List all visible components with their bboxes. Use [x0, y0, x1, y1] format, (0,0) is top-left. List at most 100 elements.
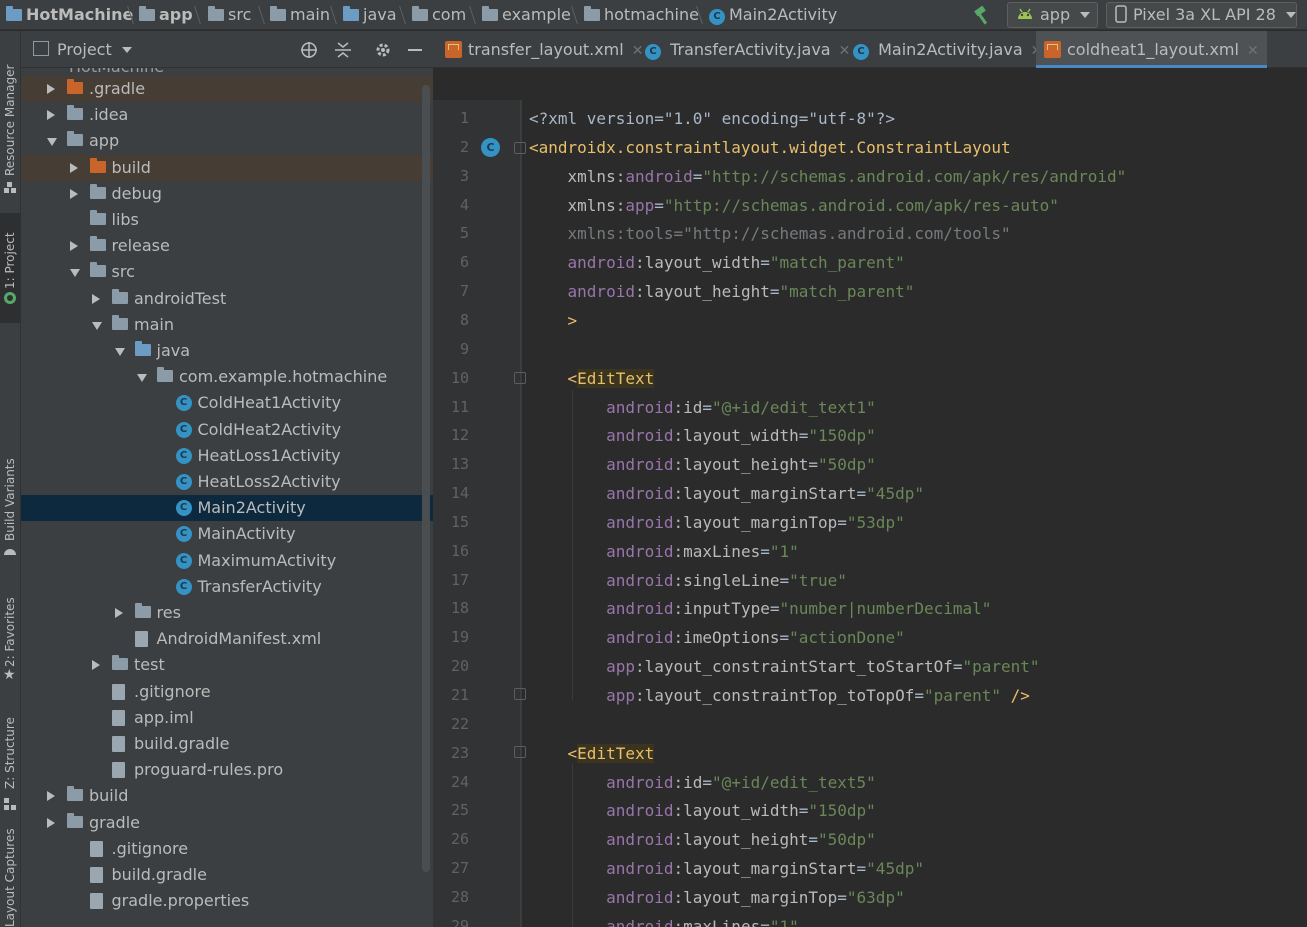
breadcrumb-project[interactable]: HotMachine: [6, 0, 133, 30]
tree-row[interactable]: app.iml: [21, 705, 433, 731]
tree-row[interactable]: build: [21, 783, 433, 809]
tree-row[interactable]: app: [21, 128, 433, 154]
expanded-arrow-icon[interactable]: [92, 321, 102, 330]
fold-marker-icon[interactable]: [514, 142, 526, 154]
collapsed-arrow-icon[interactable]: [47, 84, 55, 94]
tree-row[interactable]: .gitignore: [21, 836, 433, 862]
code-line[interactable]: <EditText: [529, 739, 655, 768]
code-line[interactable]: android:layout_marginStart="45dp": [529, 854, 924, 883]
code-line[interactable]: android:imeOptions="actionDone": [529, 623, 905, 652]
tree-row[interactable]: C MaximumActivity: [21, 548, 433, 574]
tree-row[interactable]: C MainActivity: [21, 521, 433, 547]
tree-row[interactable]: C ColdHeat1Activity: [21, 390, 433, 416]
tree-row[interactable]: java: [21, 338, 433, 364]
code-line[interactable]: android:layout_marginTop="63dp": [529, 883, 905, 912]
project-view-selector[interactable]: Project: [57, 31, 132, 68]
code-line[interactable]: android:layout_marginTop="53dp": [529, 508, 905, 537]
code-line[interactable]: <?xml version="1.0" encoding="utf-8"?>: [529, 104, 895, 133]
tree-row[interactable]: gradle.properties: [21, 888, 433, 914]
collapsed-arrow-icon[interactable]: [47, 110, 55, 121]
code-line[interactable]: <androidx.constraintlayout.widget.Constr…: [529, 133, 1011, 162]
breadcrumb-com[interactable]: com: [412, 0, 466, 30]
breadcrumb-main[interactable]: main: [270, 0, 330, 30]
build-variants-tab[interactable]: Build Variants: [0, 451, 21, 591]
layout-captures-tab[interactable]: Layout Captures: [0, 828, 21, 927]
code-line[interactable]: xmlns:app="http://schemas.android.com/ap…: [529, 191, 1059, 220]
project-tab[interactable]: 1: Project: [0, 213, 21, 323]
tab-coldheat1-layout-xml[interactable]: coldheat1_layout.xml ✕: [1036, 31, 1267, 68]
code-line[interactable]: android:layout_marginStart="45dp": [529, 479, 924, 508]
tree-row[interactable]: libs: [21, 207, 433, 233]
device-dropdown[interactable]: Pixel 3a XL API 28: [1106, 2, 1297, 28]
code-line[interactable]: android:layout_width="match_parent": [529, 248, 905, 277]
code-line[interactable]: xmlns:tools="http://schemas.android.com/…: [529, 219, 1011, 248]
tab-transfer-layout-xml[interactable]: transfer_layout.xml ✕: [445, 31, 643, 68]
code-line[interactable]: android:inputType="number|numberDecimal": [529, 594, 991, 623]
tree-row[interactable]: C TransferActivity: [21, 574, 433, 600]
hammer-build-icon[interactable]: [972, 5, 994, 25]
collapsed-arrow-icon[interactable]: [69, 188, 78, 199]
tree-row[interactable]: AndroidManifest.xml: [21, 626, 433, 652]
code-line[interactable]: android:layout_height="match_parent": [529, 277, 915, 306]
favorites-tab[interactable]: 2: Favorites ★: [0, 591, 21, 691]
code-line[interactable]: android:id="@+id/edit_text1": [529, 393, 876, 422]
tree-row[interactable]: C Main2Activity: [21, 495, 433, 522]
fold-marker-icon[interactable]: [514, 688, 526, 700]
structure-tab[interactable]: Z: Structure: [0, 711, 21, 821]
collapsed-arrow-icon[interactable]: [47, 817, 55, 828]
tree-row[interactable]: main: [21, 312, 433, 338]
tree-row[interactable]: C HeatLoss2Activity: [21, 469, 433, 495]
tree-row[interactable]: debug: [21, 181, 433, 207]
tree-row[interactable]: build.gradle: [21, 731, 433, 757]
project-tree-scrollbar[interactable]: [422, 85, 430, 872]
breadcrumb-java[interactable]: java: [343, 0, 397, 30]
tree-row[interactable]: C ColdHeat2Activity: [21, 417, 433, 443]
code-line[interactable]: <EditText: [529, 364, 655, 393]
breadcrumb-src[interactable]: src: [208, 0, 251, 30]
tab-main2activity-java[interactable]: C Main2Activity.java✕: [853, 31, 1042, 68]
tree-row[interactable]: gradle: [21, 810, 433, 836]
collapsed-arrow-icon[interactable]: [92, 293, 100, 304]
breadcrumb-hotmachine[interactable]: hotmachine: [584, 0, 699, 30]
class-gutter-icon[interactable]: C: [481, 138, 500, 157]
collapsed-arrow-icon[interactable]: [114, 608, 123, 618]
tree-row[interactable]: build.gradle: [21, 862, 433, 888]
code-line[interactable]: android:maxLines="1": [529, 912, 799, 927]
tree-row[interactable]: .idea: [21, 102, 433, 128]
tab-transferactivity-java[interactable]: C TransferActivity.java ✕: [645, 31, 850, 68]
breadcrumb-main2activity[interactable]: C Main2Activity: [709, 0, 837, 30]
code-line[interactable]: android:singleLine="true": [529, 566, 847, 595]
tree-row[interactable]: C HeatLoss1Activity: [21, 443, 433, 469]
expanded-arrow-icon[interactable]: [137, 374, 147, 383]
tree-row[interactable]: proguard-rules.pro: [21, 757, 433, 783]
close-icon[interactable]: ✕: [839, 43, 851, 59]
collapsed-arrow-icon[interactable]: [47, 791, 55, 802]
code-line[interactable]: app:layout_constraintTop_toTopOf="parent…: [529, 681, 1030, 710]
tree-row[interactable]: res: [21, 600, 433, 626]
tree-row[interactable]: test: [21, 652, 433, 678]
code-line[interactable]: android:id="@+id/edit_text5": [529, 768, 876, 797]
gear-icon[interactable]: [374, 41, 392, 59]
code-line[interactable]: xmlns:android="http://schemas.android.co…: [529, 162, 1127, 191]
tree-row[interactable]: com.example.hotmachine: [21, 364, 433, 390]
code-line[interactable]: android:layout_width="150dp": [529, 421, 876, 450]
code-line[interactable]: app:layout_constraintStart_toStartOf="pa…: [529, 652, 1040, 681]
fold-marker-icon[interactable]: [514, 746, 526, 758]
close-icon[interactable]: ✕: [632, 43, 644, 59]
code-line[interactable]: android:maxLines="1": [529, 537, 799, 566]
expanded-arrow-icon[interactable]: [114, 348, 125, 356]
close-icon[interactable]: ✕: [1247, 43, 1259, 59]
expanded-arrow-icon[interactable]: [69, 269, 80, 278]
breadcrumb-app[interactable]: app: [139, 0, 193, 30]
tree-row[interactable]: build: [21, 154, 433, 181]
locate-crosshair-icon[interactable]: [300, 41, 318, 59]
tree-row[interactable]: release: [21, 233, 433, 259]
code-line[interactable]: >: [529, 306, 578, 335]
breadcrumb-example[interactable]: example: [482, 0, 571, 30]
minimize-icon[interactable]: [408, 49, 422, 51]
tree-row[interactable]: src: [21, 259, 433, 285]
code-line[interactable]: android:layout_width="150dp": [529, 796, 876, 825]
expanded-arrow-icon[interactable]: [47, 138, 57, 147]
run-configuration-dropdown[interactable]: app: [1007, 2, 1098, 28]
collapsed-arrow-icon[interactable]: [92, 660, 100, 671]
